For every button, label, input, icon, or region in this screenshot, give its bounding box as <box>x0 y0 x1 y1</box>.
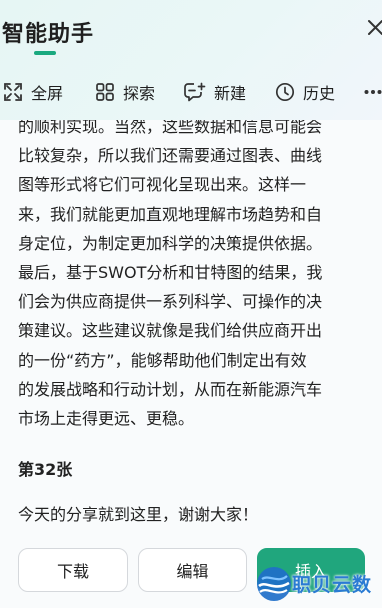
watermark-logo-icon <box>257 567 291 601</box>
new-chat-icon <box>184 82 206 102</box>
paragraph-line: 最后，基于SWOT分析和甘特图的结果，我 <box>18 263 323 283</box>
more-button[interactable] <box>364 76 382 108</box>
download-button[interactable]: 下载 <box>18 548 128 592</box>
paragraph-line: 比较复杂，所以我们还需要通过图表、曲线 <box>18 146 323 166</box>
grid-icon <box>96 83 114 101</box>
paragraph-line: 策建议。这些建议就像是我们给供应商开出 <box>18 321 323 341</box>
paragraph-line: 的一份“药方”，能够帮助他们制定出有效 <box>18 350 307 370</box>
history-label: 历史 <box>303 84 336 103</box>
more-dots-icon <box>364 90 382 94</box>
watermark-text: 职贝云数 <box>292 574 373 596</box>
close-icon <box>368 20 382 35</box>
assistant-panel: 智能助手 全屏 探索 新建 历史 的顺利实现。当然，这些数据和信息可能会 比较复… <box>0 0 382 608</box>
new-chat-label: 新建 <box>214 84 247 103</box>
fullscreen-label: 全屏 <box>31 84 64 103</box>
toolbar: 全屏 探索 新建 历史 <box>0 76 382 108</box>
panel-header: 智能助手 全屏 探索 新建 历史 <box>0 0 382 120</box>
edit-button[interactable]: 编辑 <box>138 548 247 592</box>
closing-text: 今天的分享就到这里，谢谢大家！ <box>18 505 259 524</box>
fullscreen-icon <box>4 83 22 101</box>
slide-heading: 第32张 <box>18 460 73 479</box>
watermark: 职贝云数 <box>252 560 382 608</box>
explore-button[interactable]: 探索 <box>95 76 155 108</box>
explore-label: 探索 <box>123 84 156 103</box>
paragraph-line: 图等形式将它们可视化呈现出来。这样一 <box>18 175 307 195</box>
response-paragraph: 的顺利实现。当然，这些数据和信息可能会 比较复杂，所以我们还需要通过图表、曲线 … <box>18 120 358 433</box>
panel-title: 智能助手 <box>2 22 95 47</box>
paragraph-line: 的顺利实现。当然，这些数据和信息可能会 <box>18 120 323 136</box>
clock-icon <box>275 82 295 102</box>
paragraph-line: 的发展战略和行动计划，从而在新能源汽车 <box>18 379 323 399</box>
new-chat-button[interactable]: 新建 <box>184 76 246 108</box>
paragraph-line: 们会为供应商提供一系列科学、可操作的决 <box>18 292 323 312</box>
close-button[interactable] <box>366 16 382 38</box>
paragraph-line: 市场上走得更远、更稳。 <box>18 409 195 429</box>
paragraph-line: 身定位，为制定更加科学的决策提供依据。 <box>18 233 323 253</box>
title-active-indicator <box>34 51 56 55</box>
paragraph-line: 来，我们就能更加直观地理解市场趋势和自 <box>18 204 323 224</box>
response-content: 的顺利实现。当然，这些数据和信息可能会 比较复杂，所以我们还需要通过图表、曲线 … <box>0 120 382 538</box>
history-button[interactable]: 历史 <box>275 76 335 108</box>
fullscreen-button[interactable]: 全屏 <box>3 76 63 108</box>
